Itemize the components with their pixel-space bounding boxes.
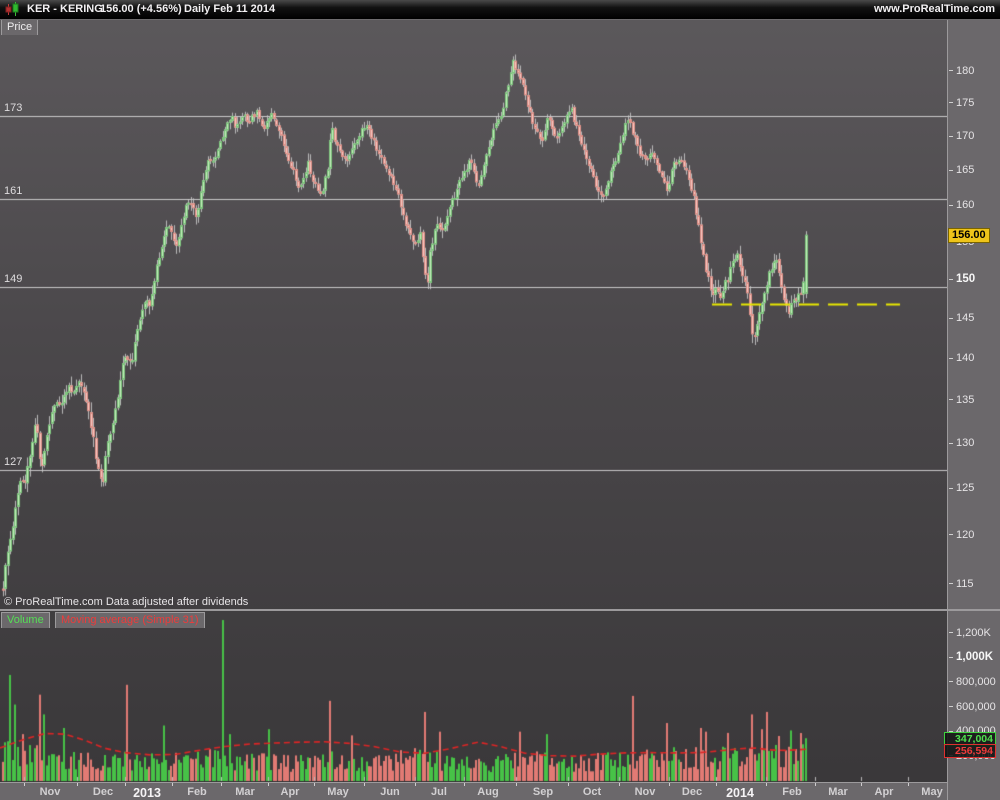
- volume-axis-tick-1200: 1,200K: [949, 627, 991, 640]
- x-axis-tick-4: [221, 783, 222, 786]
- x-axis-tick-9: [464, 783, 465, 786]
- last-quote: 156.00 (+4.56%): [100, 3, 182, 15]
- chart-canvas[interactable]: [0, 0, 1000, 800]
- x-axis-tick-2: [125, 783, 126, 786]
- x-axis-label-Feb: Feb: [782, 786, 802, 798]
- x-axis-label-Mar: Mar: [828, 786, 848, 798]
- x-axis-label-2014: 2014: [726, 786, 754, 800]
- x-axis-tick-1: [77, 783, 78, 786]
- tab-price[interactable]: Price: [1, 19, 39, 35]
- y-axis-tick-170: 170: [949, 130, 974, 143]
- y-axis-tick-160: 160: [949, 199, 974, 212]
- tab-volume[interactable]: Volume: [1, 612, 50, 628]
- candlestick-logo-icon: [5, 2, 19, 16]
- x-axis-tick-7: [364, 783, 365, 786]
- last-price-badge: 156.00: [948, 227, 990, 243]
- x-axis-label-May: May: [921, 786, 943, 798]
- y-axis-tick-135: 135: [949, 394, 974, 407]
- volume-axis-tick-1000: 1,000K: [949, 651, 993, 664]
- x-axis-tick-3: [172, 783, 173, 786]
- y-axis-tick-150: 150: [949, 273, 975, 286]
- y-axis-tick-130: 130: [949, 437, 974, 450]
- tab-moving-average[interactable]: Moving average (Simple 31): [55, 612, 205, 628]
- y-axis-tick-165: 165: [949, 164, 974, 177]
- y-axis-tick-180: 180: [949, 65, 974, 78]
- x-axis-tick-13: [669, 783, 670, 786]
- volume-axis-tick-600: 600,000: [949, 701, 996, 714]
- title-bar: KER - KERING 156.00 (+4.56%) Daily Feb 1…: [0, 0, 1000, 20]
- x-axis-tick-17: [861, 783, 862, 786]
- x-axis-tick-12: [619, 783, 620, 786]
- x-axis-tick-6: [314, 783, 315, 786]
- y-axis-tick-115: 115: [949, 578, 974, 591]
- y-axis-tick-175: 175: [949, 97, 974, 110]
- panel-divider[interactable]: [0, 609, 1000, 611]
- x-axis-label-Oct: Oct: [582, 786, 602, 798]
- hline-label-161: 161: [4, 184, 23, 197]
- chart-window: KER - KERING 156.00 (+4.56%) Daily Feb 1…: [0, 0, 1000, 800]
- y-axis-tick-140: 140: [949, 352, 974, 365]
- x-axis-tick-11: [568, 783, 569, 786]
- x-axis-label-May: May: [327, 786, 349, 798]
- y-axis-tick-120: 120: [949, 529, 974, 542]
- timeframe-and-date: Daily Feb 11 2014: [184, 3, 276, 15]
- x-axis-label-Jul: Jul: [431, 786, 447, 798]
- site-link[interactable]: www.ProRealTime.com: [874, 3, 995, 15]
- symbol-title: KER - KERING: [27, 3, 103, 15]
- x-axis-label-Aug: Aug: [477, 786, 499, 798]
- x-axis-tick-14: [716, 783, 717, 786]
- x-axis-label-2013: 2013: [133, 786, 161, 800]
- y-axis-tick-145: 145: [949, 312, 974, 325]
- x-axis-label-Apr: Apr: [874, 786, 894, 798]
- x-axis-label-Mar: Mar: [235, 786, 255, 798]
- x-axis-label-Nov: Nov: [39, 786, 61, 798]
- x-axis-label-Sep: Sep: [532, 786, 554, 798]
- hline-label-127: 127: [4, 456, 23, 469]
- x-axis-label-Dec: Dec: [92, 786, 114, 798]
- copyright-note: © ProRealTime.com Data adjusted after di…: [4, 596, 249, 608]
- x-axis-label-Nov: Nov: [634, 786, 656, 798]
- x-axis-tick-0: [24, 783, 25, 786]
- volume-ma-badge: 256,594: [944, 744, 996, 759]
- x-axis-tick-15: [766, 783, 767, 786]
- x-axis-tick-16: [815, 783, 816, 786]
- x-axis-label-Dec: Dec: [681, 786, 703, 798]
- volume-axis-tick-800: 800,000: [949, 676, 996, 689]
- hline-label-149: 149: [4, 273, 23, 286]
- x-axis-label-Feb: Feb: [187, 786, 207, 798]
- x-axis-label-Apr: Apr: [280, 786, 300, 798]
- x-axis-tick-8: [415, 783, 416, 786]
- x-axis-label-Jun: Jun: [380, 786, 400, 798]
- y-axis-tick-125: 125: [949, 482, 974, 495]
- x-axis-tick-18: [908, 783, 909, 786]
- hline-label-173: 173: [4, 102, 23, 115]
- x-axis-tick-5: [268, 783, 269, 786]
- x-axis-tick-10: [516, 783, 517, 786]
